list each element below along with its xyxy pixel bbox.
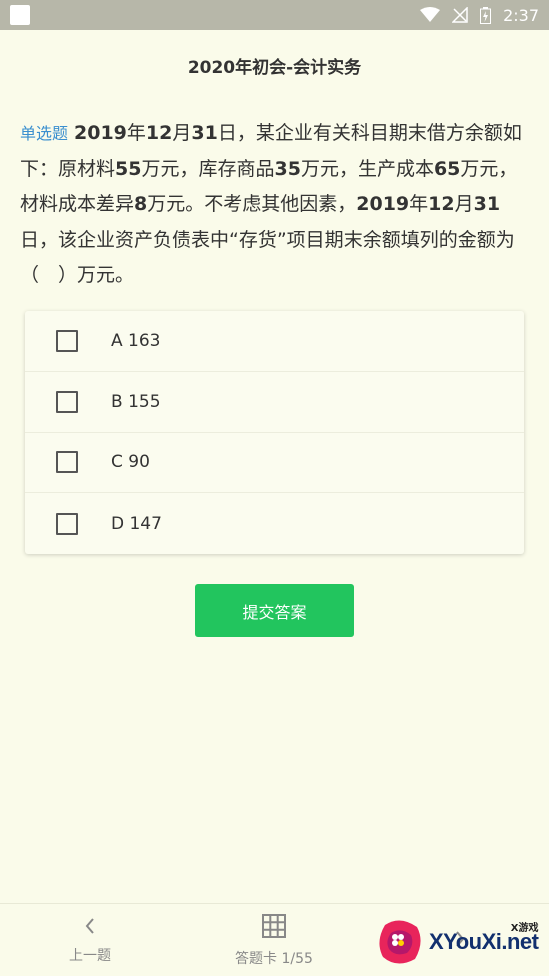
submit-answer-button[interactable]: 提交答案 [195,584,354,637]
question-text: 2019年12月31日，某企业有关科目期末借方余额如下：原材料55万元，库存商品… [20,122,522,286]
option-c[interactable]: C 90 [25,433,524,494]
question-text-part: 55 [115,157,142,180]
prev-question-button[interactable]: 上一题 [50,904,130,976]
bottom-nav: 上一题 答题卡 1/55 [0,903,549,976]
question-text-part: 35 [274,157,301,180]
question-text-part: 31 [191,122,218,144]
question-text-part: 2019 [74,122,127,144]
notification-icon [10,5,30,25]
page-title: 2020年初会-会计实务 [187,57,362,78]
option-a-label: A 163 [111,330,161,351]
wifi-icon [420,7,441,23]
option-d[interactable]: D 147 [25,493,524,554]
question-block: 单选题 2019年12月31日，某企业有关科目期末借方余额如下：原材料55万元，库… [20,116,530,294]
option-a[interactable]: A 163 [25,311,524,372]
battery-icon [480,6,492,24]
option-b-label: B 155 [111,391,161,412]
option-d-label: D 147 [111,513,162,534]
question-text-part: 万元，生产成本 [300,157,434,180]
question-text-part: 2019 [356,193,410,215]
signal-off-icon [452,7,468,23]
chevron-right-icon [454,930,466,952]
next-question-button[interactable] [420,904,500,976]
status-indicators: 2:37 [420,6,539,25]
app-header: 2020年初会-会计实务 [0,30,549,100]
question-text-part: 月 [454,193,474,215]
option-b-checkbox[interactable] [56,390,78,413]
question-text-part: 12 [145,122,173,144]
question-type-label: 单选题 [20,124,69,143]
option-c-checkbox[interactable] [56,451,78,474]
question-text-part: 12 [428,193,455,215]
option-d-checkbox[interactable] [56,512,78,535]
option-b[interactable]: B 155 [25,372,524,433]
status-time: 2:37 [503,5,539,25]
question-text-part: 月 [172,122,192,144]
question-text-part: 年 [409,193,429,215]
chevron-left-icon [84,917,96,939]
question-text-part: 31 [473,193,501,215]
question-text-part: 万元。不考虑其他因素， [147,193,357,215]
question-text-part: 8 [134,193,148,215]
question-text-part: 万元，库存商品 [141,157,275,180]
grid-icon [262,913,286,942]
question-text-part: 65 [433,157,461,180]
status-bar: 2:37 [0,0,549,30]
prev-question-label: 上一题 [69,947,111,964]
options-card: A 163 B 155 C 90 D 147 [25,311,524,554]
answer-card-label: 答题卡 1/55 [235,950,313,967]
question-text-part: 日，该企业资产负债表中“存货”项目期末余额填列的金额为（ ）万元。 [20,228,515,287]
option-c-label: C 90 [111,452,150,473]
answer-card-button[interactable]: 答题卡 1/55 [214,904,334,976]
question-text-part: 年 [126,122,146,144]
option-a-checkbox[interactable] [56,329,78,352]
